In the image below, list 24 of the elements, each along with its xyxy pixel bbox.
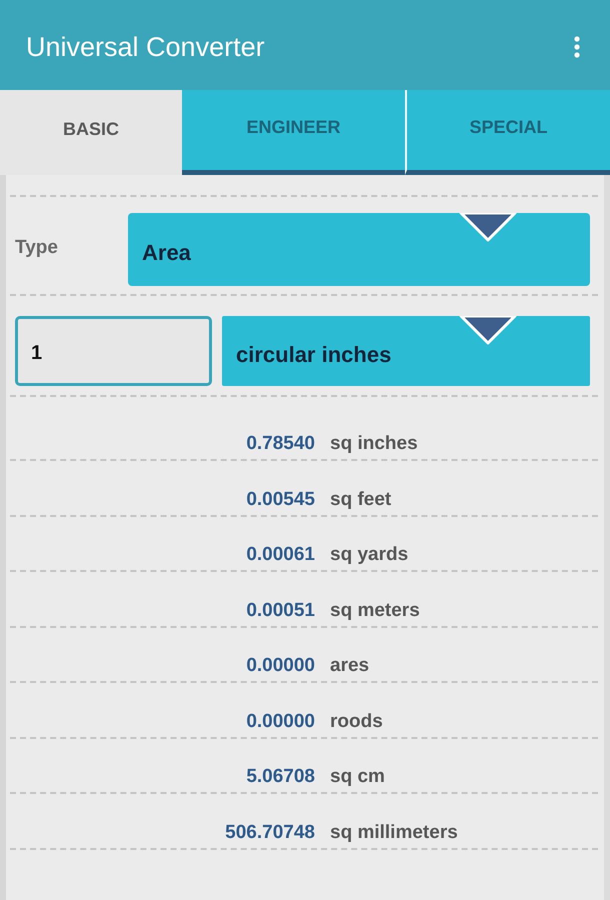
result-value: 0.00000 [246,654,315,678]
unit-dropdown[interactable]: circular inches [222,316,590,386]
app-title: Universal Converter [26,30,265,62]
result-unit: sq millimeters [330,820,458,844]
caret-icon [459,213,517,243]
caret-icon [459,316,517,346]
result-unit: sq feet [330,488,392,512]
result-unit: sq meters [330,598,420,622]
result-value: 0.78540 [246,432,315,456]
result-value: 0.00061 [246,543,315,567]
result-value: 0.00051 [246,598,315,622]
type-dropdown[interactable]: Area [128,213,590,286]
result-value: 0.00000 [246,710,315,734]
result-value: 0.00545 [246,488,315,512]
result-unit: roods [330,710,383,734]
result-unit: sq inches [330,432,418,456]
result-unit: sq yards [330,543,408,567]
result-unit: sq cm [330,765,385,789]
type-label: Type [15,236,59,260]
result-value: 5.06708 [246,765,315,789]
result-unit: ares [330,654,370,678]
overflow-menu-icon[interactable] [574,36,580,58]
input-field[interactable]: 1 [15,316,212,386]
result-value: 506.70748 [225,820,315,844]
